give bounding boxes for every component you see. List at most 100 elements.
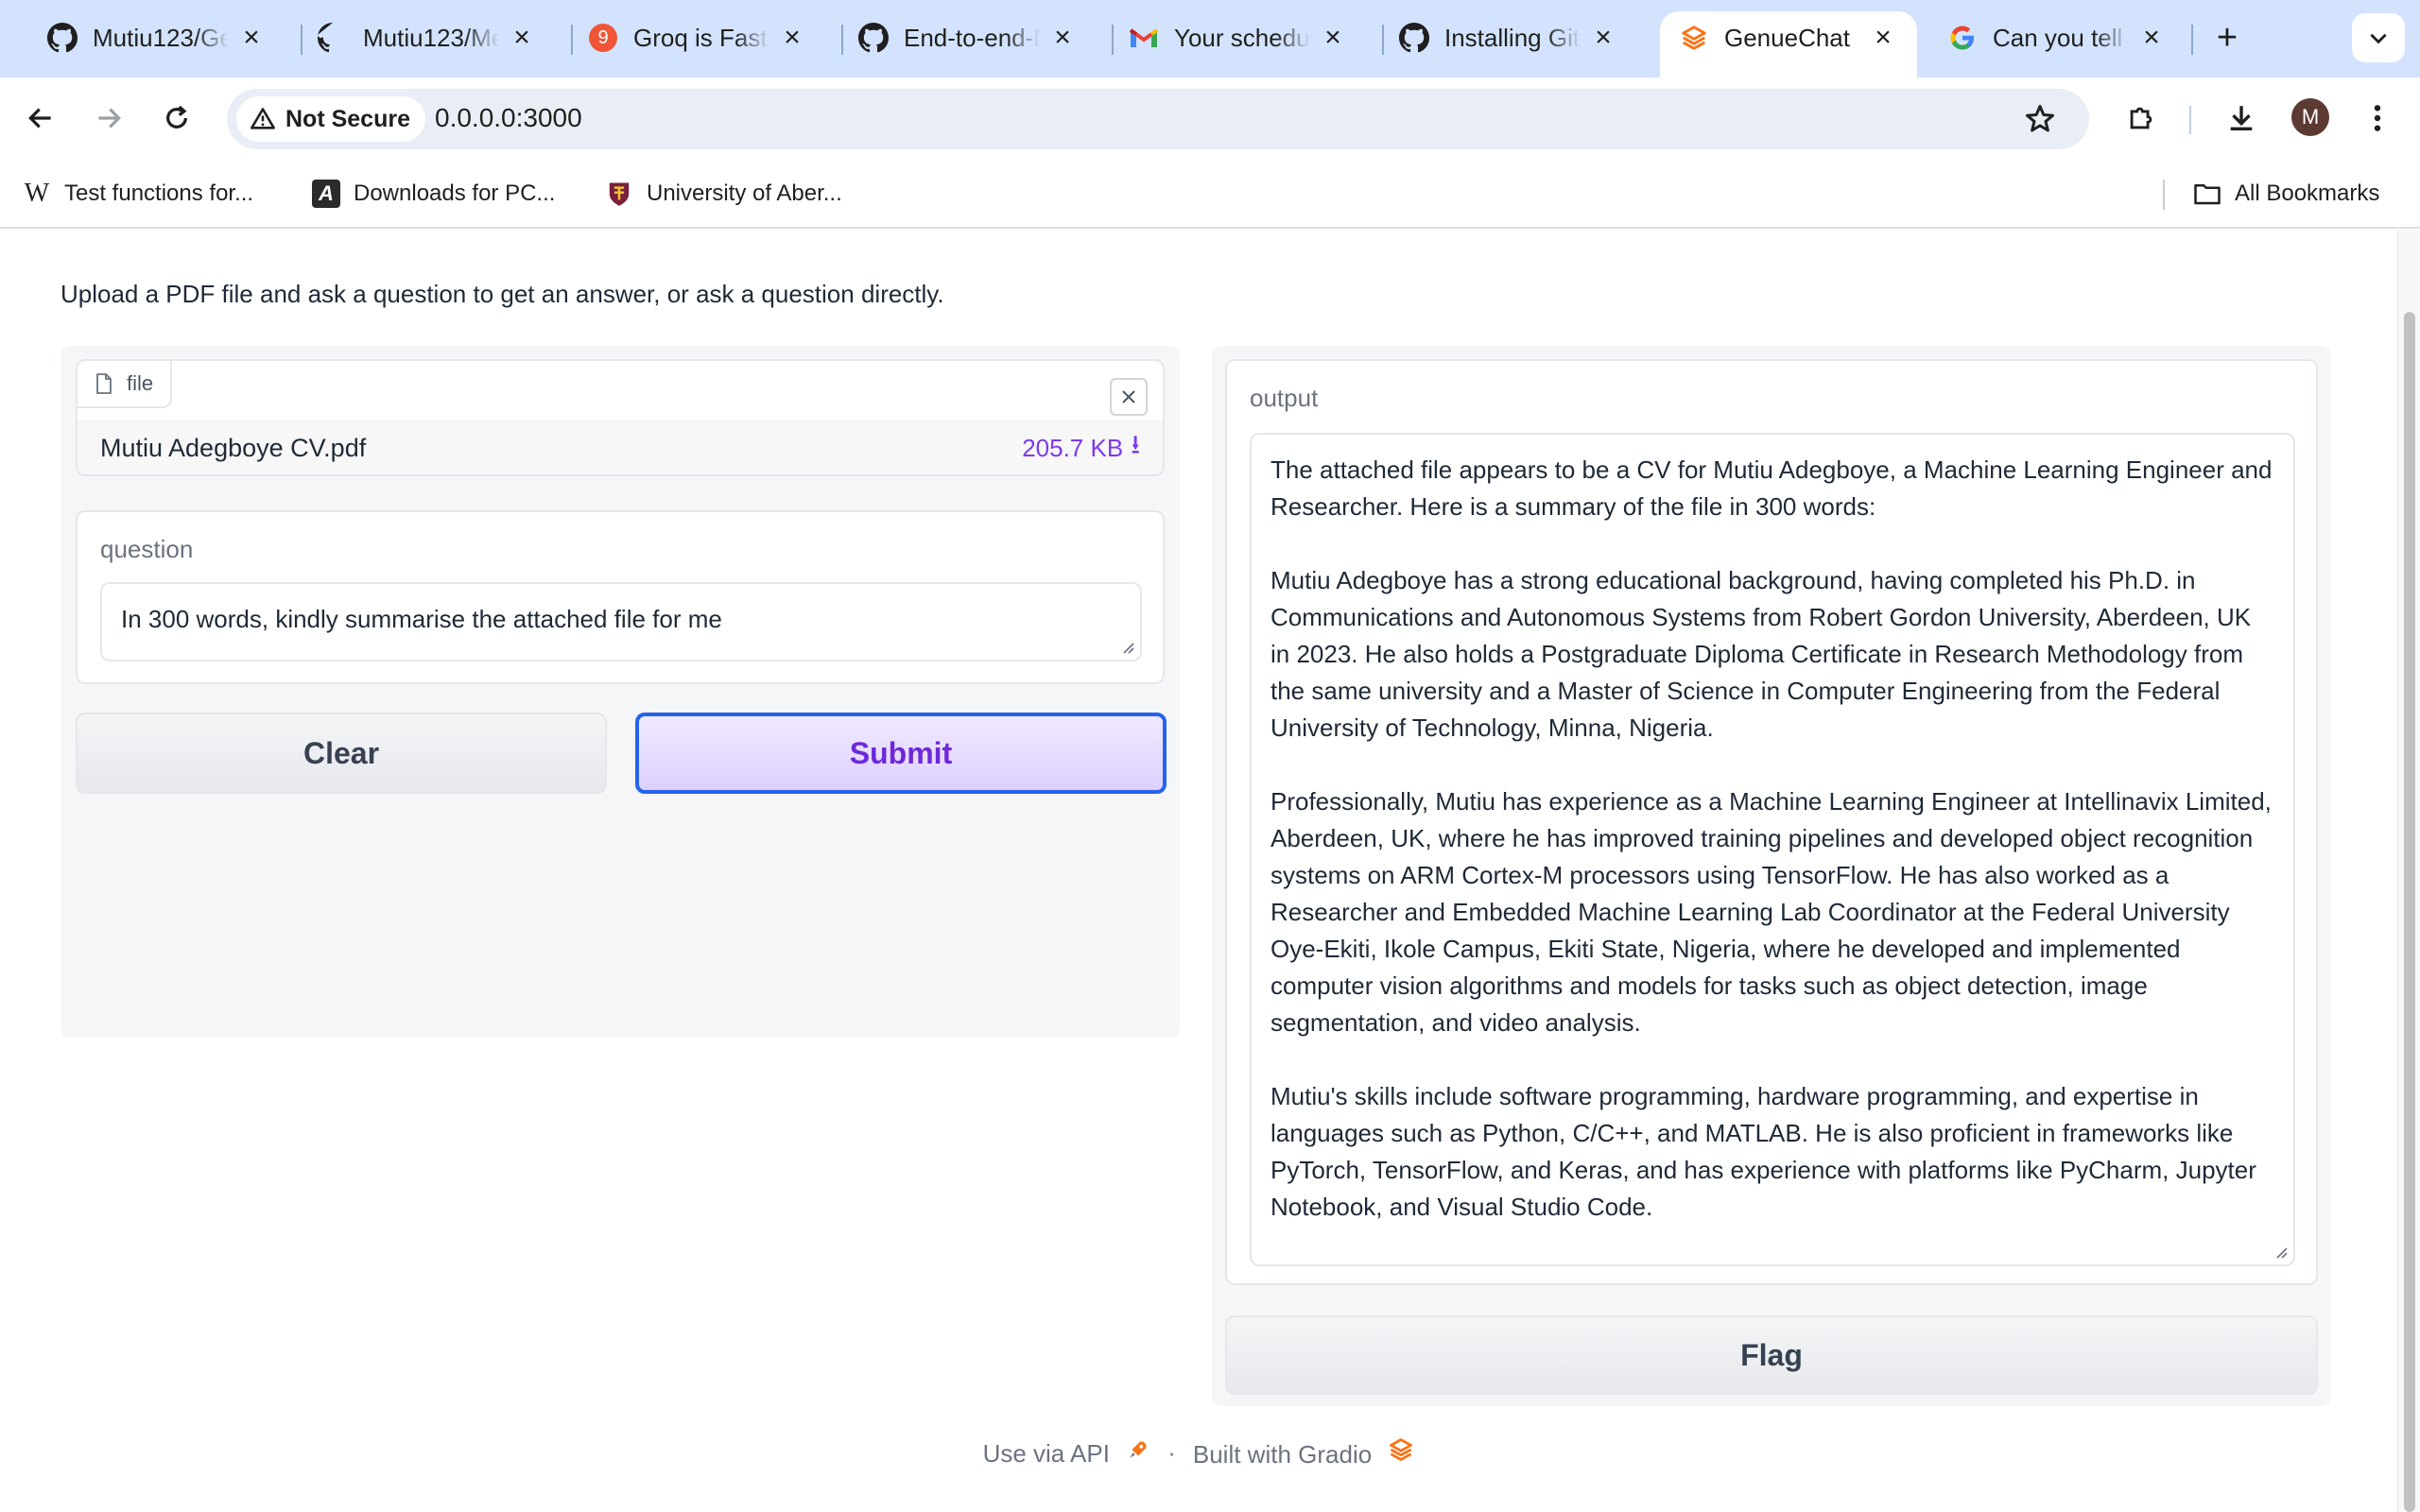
- tab-strip: Mutiu123/GenueChat × Mutiu123/Medical-ch…: [0, 0, 2420, 77]
- close-tab-icon[interactable]: ×: [1870, 22, 1896, 53]
- file-label-tab: file: [78, 361, 173, 408]
- close-tab-icon[interactable]: ×: [1590, 22, 1616, 53]
- tab-gmail[interactable]: Your scheduled emails ×: [1110, 11, 1367, 64]
- bookmarks-separator: [2163, 180, 2165, 210]
- submit-button[interactable]: Submit: [635, 713, 1167, 794]
- download-icon[interactable]: [2221, 98, 2261, 138]
- tab-title: End-to-end-Medical-Chatbot: [904, 23, 1040, 52]
- url-text[interactable]: 0.0.0.0:3000: [435, 103, 582, 133]
- toolbar-separator: [2189, 106, 2191, 134]
- remove-file-button[interactable]: [1110, 378, 1148, 416]
- github-icon: [318, 23, 348, 53]
- bookmark-label: Downloads for PC...: [354, 180, 556, 206]
- app-description: Upload a PDF file and ask a question to …: [60, 280, 944, 308]
- question-label: question: [100, 535, 194, 563]
- built-with-gradio-label: Built with Gradio: [1192, 1440, 1373, 1469]
- close-tab-icon[interactable]: ×: [238, 22, 265, 53]
- file-size: 205.7 KB: [1022, 433, 1124, 462]
- tab-title: Mutiu123/Medical-chatbot: [363, 23, 499, 52]
- google-icon: [1947, 23, 1978, 53]
- tab-search-button[interactable]: [2352, 13, 2405, 62]
- page-content: Upload a PDF file and ask a question to …: [0, 231, 2397, 1512]
- close-icon: [1122, 390, 1135, 404]
- forward-icon[interactable]: [89, 98, 129, 138]
- built-with-gradio-link[interactable]: Built with Gradio: [1193, 1436, 1415, 1469]
- warning-icon: [251, 108, 275, 129]
- close-tab-icon[interactable]: ×: [2138, 22, 2165, 53]
- scrollbar-thumb[interactable]: [2404, 312, 2415, 1512]
- resize-handle-icon[interactable]: [1121, 641, 1134, 654]
- output-panel: output The attached file appears to be a…: [1212, 346, 2331, 1406]
- tab-title: Mutiu123/GenueChat: [93, 23, 229, 52]
- tab-google-search[interactable]: Can you tell me ×: [1928, 11, 2186, 64]
- output-paragraph: Mutiu Adegboye has a strong educational …: [1270, 566, 2252, 742]
- output-paragraph: The attached file appears to be a CV for…: [1270, 455, 2273, 521]
- close-tab-icon[interactable]: ×: [1049, 22, 1076, 53]
- tab-title: Can you tell me: [1993, 23, 2129, 52]
- security-label: Not Secure: [285, 105, 410, 132]
- new-tab-icon[interactable]: +: [2208, 18, 2246, 58]
- folder-icon: [2193, 180, 2221, 208]
- all-bookmarks-label: All Bookmarks: [2235, 180, 2380, 206]
- bookmark-test-functions[interactable]: W Test functions for...: [23, 176, 253, 212]
- download-arrow-icon: ⭳: [1131, 430, 1140, 459]
- wikipedia-icon: W: [24, 179, 50, 208]
- tab-github-end-to-end[interactable]: End-to-end-Medical-Chatbot ×: [839, 11, 1097, 64]
- crest-icon: [605, 180, 633, 208]
- groq-icon: 9: [588, 23, 618, 53]
- flag-button[interactable]: Flag: [1225, 1315, 2318, 1395]
- extensions-icon[interactable]: [2121, 98, 2161, 138]
- github-icon: [858, 23, 889, 53]
- use-via-api-link[interactable]: Use via API: [983, 1437, 1151, 1469]
- bookmark-university[interactable]: University of Aber...: [605, 176, 842, 212]
- chevron-down-icon: [2370, 33, 2387, 44]
- tab-title: Your scheduled emails: [1174, 23, 1310, 52]
- close-tab-icon[interactable]: ×: [1320, 22, 1346, 53]
- output-paragraph: Professionally, Mutiu has experience as …: [1270, 787, 2272, 1037]
- tab-groq[interactable]: 9 Groq is Fast AI Inference ×: [569, 11, 826, 64]
- address-bar[interactable]: Not Secure 0.0.0.0:3000: [227, 89, 2089, 149]
- bookmark-star-icon[interactable]: [2023, 102, 2057, 136]
- page-scrollbar[interactable]: [2397, 231, 2420, 1512]
- tab-github-medical-chatbot[interactable]: Mutiu123/Medical-chatbot ×: [299, 11, 556, 64]
- output-paragraph: Mutiu's skills include software programm…: [1270, 1082, 2256, 1221]
- close-tab-icon[interactable]: ×: [509, 22, 535, 53]
- bookmarks-bar: W Test functions for... A Downloads for …: [0, 159, 2420, 229]
- clear-button[interactable]: Clear: [76, 713, 607, 794]
- bookmark-label: University of Aber...: [647, 180, 842, 206]
- menu-dots-icon[interactable]: [2358, 98, 2397, 138]
- question-input[interactable]: In 300 words, kindly summarise the attac…: [100, 582, 1142, 662]
- resize-handle-icon[interactable]: [2274, 1246, 2288, 1259]
- file-download-link[interactable]: 205.7 KB ⭳: [1022, 425, 1140, 471]
- tab-title: GenueChat: [1724, 23, 1850, 52]
- back-icon[interactable]: [21, 98, 60, 138]
- tab-github-genuechat[interactable]: Mutiu123/GenueChat ×: [28, 11, 285, 64]
- footer-separator: ·: [1167, 1438, 1176, 1467]
- output-block: output The attached file appears to be a…: [1225, 359, 2318, 1285]
- all-bookmarks-button[interactable]: All Bookmarks: [2193, 176, 2379, 212]
- file-upload-block: file Mutiu Adegboye CV.pdf 205.7 KB ⭳: [76, 359, 1165, 476]
- output-label: output: [1250, 384, 1319, 412]
- bookmark-downloads-pc[interactable]: A Downloads for PC...: [312, 176, 555, 212]
- file-name: Mutiu Adegboye CV.pdf: [100, 433, 367, 462]
- groq-badge: 9: [589, 24, 617, 52]
- app-icon: A: [312, 180, 340, 208]
- github-icon: [1399, 23, 1429, 53]
- input-panel: file Mutiu Adegboye CV.pdf 205.7 KB ⭳: [60, 346, 1180, 1038]
- question-block: question In 300 words, kindly summarise …: [76, 510, 1165, 684]
- profile-avatar[interactable]: M: [2291, 98, 2329, 136]
- tab-title: Installing Git: [1444, 23, 1581, 52]
- tab-separator: [2191, 25, 2193, 55]
- gmail-icon: [1129, 23, 1159, 53]
- tab-genuechat[interactable]: GenueChat ×: [1660, 11, 1917, 77]
- footer: Use via API · Built with Gradio: [0, 1436, 2397, 1469]
- rocket-icon: [1126, 1437, 1150, 1462]
- security-chip[interactable]: Not Secure: [236, 96, 425, 142]
- tab-title: Groq is Fast AI Inference: [633, 23, 769, 52]
- reload-icon[interactable]: [157, 98, 197, 138]
- tab-installing-git[interactable]: Installing Git ×: [1380, 11, 1637, 64]
- gradio-icon: [1388, 1436, 1414, 1463]
- file-icon: [96, 373, 112, 394]
- close-tab-icon[interactable]: ×: [779, 22, 805, 53]
- output-textarea[interactable]: The attached file appears to be a CV for…: [1250, 433, 2295, 1266]
